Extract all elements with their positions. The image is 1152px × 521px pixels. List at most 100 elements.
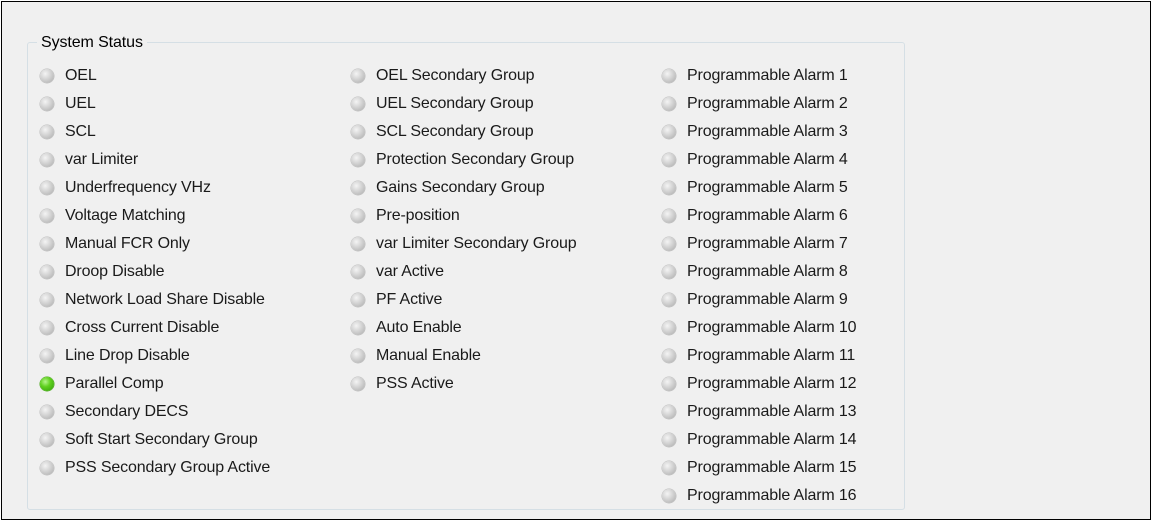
status-led-off-icon [351, 321, 365, 335]
status-indicator-label: Network Load Share Disable [65, 291, 265, 308]
status-indicator-label: Soft Start Secondary Group [65, 431, 258, 448]
status-column-2: OEL Secondary Group UEL Secondary Group SC… [351, 62, 577, 398]
status-indicator-row: OEL [40, 62, 270, 90]
status-indicator-row: Underfrequency VHz [40, 174, 270, 202]
status-led-off-icon [662, 181, 676, 195]
status-led-off-icon [351, 125, 365, 139]
status-indicator-row: Soft Start Secondary Group [40, 426, 270, 454]
status-indicator-row: SCL Secondary Group [351, 118, 576, 146]
status-indicator-row: UEL [40, 90, 270, 118]
status-led-off-icon [662, 69, 676, 83]
status-led-off-icon [662, 377, 676, 391]
status-indicator-row: Programmable Alarm 13 [662, 398, 857, 426]
status-led-off-icon [40, 209, 54, 223]
status-indicator-row: Droop Disable [40, 258, 270, 286]
status-indicator-row: Programmable Alarm 1 [662, 62, 856, 90]
status-indicator-label: Gains Secondary Group [376, 179, 545, 196]
status-indicator-label: Programmable Alarm 12 [687, 375, 857, 392]
status-led-off-icon [662, 265, 676, 279]
status-led-off-icon [40, 181, 54, 195]
status-indicator-row: Programmable Alarm 11 [662, 342, 856, 370]
status-led-off-icon [662, 461, 676, 475]
status-indicator-row: Programmable Alarm 16 [662, 482, 857, 510]
status-indicator-row: Manual FCR Only [40, 230, 270, 258]
status-led-off-icon [351, 181, 365, 195]
status-indicator-label: Cross Current Disable [65, 319, 220, 336]
status-indicator-label: var Limiter Secondary Group [376, 235, 577, 252]
status-indicator-row: Programmable Alarm 5 [662, 174, 856, 202]
status-indicator-label: UEL Secondary Group [376, 95, 534, 112]
status-led-off-icon [40, 69, 54, 83]
status-led-off-icon [40, 321, 54, 335]
status-indicator-row: Programmable Alarm 2 [662, 90, 856, 118]
status-indicator-label: PSS Secondary Group Active [65, 459, 271, 476]
status-indicator-row: PSS Active [351, 370, 576, 398]
status-indicator-label: Programmable Alarm 9 [687, 291, 848, 308]
status-indicator-row: Secondary DECS [40, 398, 270, 426]
status-led-off-icon [351, 97, 365, 111]
status-indicator-row: Pre-position [351, 202, 576, 230]
status-indicator-label: PF Active [376, 291, 443, 308]
status-led-on-icon [40, 377, 54, 391]
status-column-1: OEL UEL SCL var Limiter Underfrequency VHz Vo… [40, 62, 270, 482]
status-led-off-icon [662, 489, 676, 503]
status-indicator-label: Auto Enable [376, 319, 462, 336]
status-indicator-row: Programmable Alarm 3 [662, 118, 856, 146]
status-indicator-row: Programmable Alarm 6 [662, 202, 856, 230]
status-indicator-label: SCL [65, 123, 96, 140]
status-led-off-icon [351, 377, 365, 391]
status-indicator-label: Programmable Alarm 5 [687, 179, 848, 196]
status-indicator-row: Cross Current Disable [40, 314, 270, 342]
status-indicator-label: UEL [65, 95, 96, 112]
status-led-off-icon [662, 321, 676, 335]
status-indicator-label: Voltage Matching [65, 207, 186, 224]
status-indicator-row: var Limiter Secondary Group [351, 230, 577, 258]
status-column-3: Programmable Alarm 1 Programmable Alarm 2… [662, 62, 857, 510]
status-led-off-icon [351, 265, 365, 279]
status-indicator-row: Programmable Alarm 4 [662, 146, 856, 174]
status-indicator-label: Programmable Alarm 8 [687, 263, 848, 280]
status-indicator-label: Programmable Alarm 11 [687, 347, 856, 364]
status-indicator-label: Programmable Alarm 2 [687, 95, 848, 112]
status-indicator-row: Gains Secondary Group [351, 174, 576, 202]
status-indicator-row: Line Drop Disable [40, 342, 270, 370]
status-led-off-icon [351, 153, 365, 167]
status-indicator-label: Programmable Alarm 6 [687, 207, 848, 224]
status-indicator-row: Programmable Alarm 15 [662, 454, 857, 482]
status-indicator-label: Pre-position [376, 207, 460, 224]
status-indicator-row: Programmable Alarm 8 [662, 258, 856, 286]
status-indicator-row: var Limiter [40, 146, 270, 174]
groupbox-title: System Status [37, 34, 147, 52]
status-indicator-row: SCL [40, 118, 270, 146]
status-indicator-label: SCL Secondary Group [376, 123, 534, 140]
status-indicator-row: Programmable Alarm 9 [662, 286, 856, 314]
status-indicator-row: Programmable Alarm 7 [662, 230, 856, 258]
status-led-off-icon [40, 293, 54, 307]
status-indicator-label: Programmable Alarm 7 [687, 235, 848, 252]
status-led-off-icon [40, 433, 54, 447]
status-indicator-row: Programmable Alarm 10 [662, 314, 857, 342]
status-led-off-icon [351, 237, 365, 251]
status-indicator-row: Auto Enable [351, 314, 576, 342]
status-led-off-icon [40, 153, 54, 167]
status-indicator-label: OEL Secondary Group [376, 67, 535, 84]
status-indicator-row: PSS Secondary Group Active [40, 454, 270, 482]
status-indicator-row: Programmable Alarm 14 [662, 426, 857, 454]
status-led-off-icon [662, 237, 676, 251]
status-indicator-row: var Active [351, 258, 576, 286]
status-indicator-label: PSS Active [376, 375, 454, 392]
status-led-off-icon [40, 237, 54, 251]
status-indicator-label: Secondary DECS [65, 403, 189, 420]
status-led-off-icon [351, 209, 365, 223]
status-indicator-label: Manual FCR Only [65, 235, 190, 252]
status-indicator-label: Programmable Alarm 3 [687, 123, 848, 140]
status-led-off-icon [662, 405, 676, 419]
status-indicator-row: UEL Secondary Group [351, 90, 576, 118]
status-led-off-icon [351, 69, 365, 83]
status-indicator-label: Underfrequency VHz [65, 179, 211, 196]
status-led-off-icon [40, 125, 54, 139]
status-indicator-row: Programmable Alarm 12 [662, 370, 857, 398]
status-led-off-icon [40, 461, 54, 475]
status-led-off-icon [40, 349, 54, 363]
status-indicator-row: Manual Enable [351, 342, 576, 370]
